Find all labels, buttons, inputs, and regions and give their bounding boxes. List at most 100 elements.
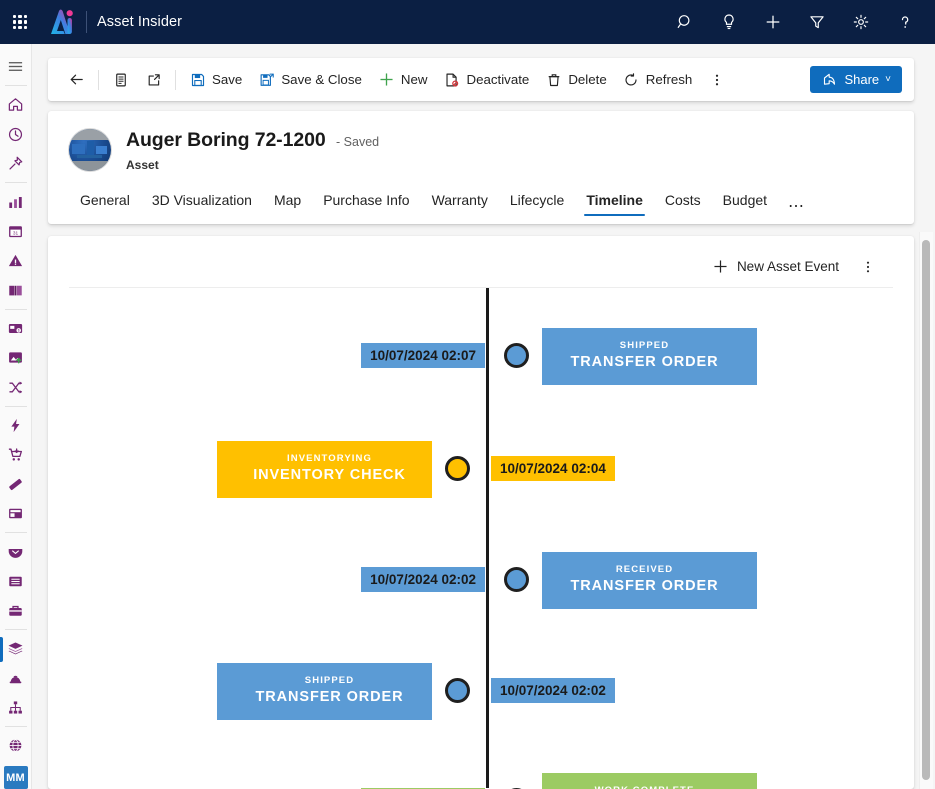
sidebar-item-assets[interactable] (0, 634, 31, 663)
tab-overflow-button[interactable]: ⋯ (778, 196, 814, 216)
rail-divider (4, 405, 27, 407)
sidebar-item-payments[interactable]: $ (0, 314, 31, 343)
sidebar-item-global[interactable] (0, 731, 31, 760)
tab-3d-visualization[interactable]: 3D Visualization (141, 183, 263, 216)
sidebar-item-guides[interactable] (0, 275, 31, 304)
rail-divider (4, 182, 27, 184)
timeline-event-marker[interactable] (504, 567, 529, 592)
rail-divider (4, 726, 27, 728)
new-label: New (400, 72, 428, 87)
new-button[interactable]: New (370, 65, 436, 95)
sidebar-item-dashboards[interactable] (0, 187, 31, 216)
sidebar-item-hierarchy[interactable] (0, 693, 31, 722)
deactivate-button[interactable]: Deactivate (435, 65, 537, 95)
tab-budget[interactable]: Budget (712, 183, 778, 216)
delete-label: Delete (568, 72, 607, 87)
sidebar-item-tags[interactable] (0, 469, 31, 498)
sidebar-item-purchase[interactable] (0, 440, 31, 469)
tab-lifecycle[interactable]: Lifecycle (499, 183, 575, 216)
chevron-down-icon: ˅ (885, 74, 891, 85)
timeline-event-date: 10/07/2024 02:02 (361, 567, 485, 592)
user-avatar[interactable]: MM (3, 766, 28, 789)
command-overflow-button[interactable] (700, 65, 733, 95)
sidebar-item-store[interactable] (0, 499, 31, 528)
tab-map[interactable]: Map (263, 183, 312, 216)
timeline-control: New Asset Event 10/07/2024 02:07 SHIPPED T… (59, 246, 903, 789)
save-and-close-label: Save & Close (281, 72, 362, 87)
filter-button[interactable] (795, 0, 839, 44)
command-divider (98, 69, 99, 90)
sidebar-item-toolbox[interactable] (0, 596, 31, 625)
image-upload-icon (9, 352, 22, 364)
tab-timeline[interactable]: Timeline (575, 183, 654, 216)
timeline-event-kind: SHIPPED (304, 675, 355, 686)
timeline-event-card[interactable]: INVENTORYING INVENTORY CHECK (217, 441, 432, 498)
sidebar-item-power[interactable] (0, 411, 31, 440)
quick-create-button[interactable] (751, 0, 795, 44)
share-button[interactable]: Share ˅ (810, 66, 902, 93)
plus-icon (712, 258, 729, 275)
form-selector-button[interactable] (104, 65, 137, 95)
hamburger-icon (8, 62, 23, 72)
sidebar-item-recent[interactable] (0, 120, 31, 149)
timeline-overflow-button[interactable] (857, 254, 879, 280)
refresh-button[interactable]: Refresh (615, 65, 701, 95)
timeline-event-card[interactable]: SHIPPED TRANSFER ORDER (542, 328, 757, 385)
tab-general[interactable]: General (69, 183, 141, 216)
app-launcher-button[interactable] (0, 0, 40, 44)
refresh-icon (623, 71, 640, 88)
delete-button[interactable]: Delete (537, 65, 614, 95)
book-open-icon (9, 285, 22, 296)
plus-icon (766, 15, 780, 29)
shop-icon (9, 508, 22, 519)
app-logo[interactable] (40, 0, 84, 44)
timeline-event-record-type: TRANSFER ORDER (570, 354, 719, 370)
open-in-new-window-button[interactable] (137, 65, 170, 95)
pin-icon (9, 156, 23, 170)
settings-button[interactable] (839, 0, 883, 44)
tab-purchase-info[interactable]: Purchase Info (312, 183, 420, 216)
save-label: Save (212, 72, 243, 87)
globe-icon (9, 739, 22, 753)
entity-name: Asset (126, 158, 159, 172)
sidebar-item-vendors[interactable] (0, 537, 31, 566)
handshake-icon (8, 549, 23, 559)
sidebar-item-transfers[interactable] (0, 372, 31, 401)
svg-text:31: 31 (13, 230, 19, 236)
cart-download-icon (8, 448, 23, 461)
sitemap-toggle-button[interactable] (0, 52, 31, 81)
rail-divider (4, 629, 27, 631)
tab-costs[interactable]: Costs (654, 183, 712, 216)
save-button[interactable]: Save (181, 65, 250, 95)
popout-icon (145, 71, 162, 88)
gear-icon (853, 14, 869, 30)
search-button[interactable] (663, 0, 707, 44)
sitemap-icon (9, 701, 22, 714)
timeline-event-marker[interactable] (445, 456, 470, 481)
asset-image (69, 129, 111, 171)
sidebar-item-media[interactable] (0, 343, 31, 372)
form-tab-list: General 3D Visualization Map Purchase In… (48, 183, 914, 216)
back-button[interactable] (60, 65, 93, 95)
help-button[interactable] (883, 0, 927, 44)
alert-triangle-icon (8, 255, 23, 267)
insights-button[interactable] (707, 0, 751, 44)
timeline-event-card[interactable]: WORK COMPLETEWORK ORDER (542, 773, 757, 789)
timeline-event-card[interactable]: RECEIVED TRANSFER ORDER (542, 552, 757, 609)
timeline-event-marker[interactable] (445, 678, 470, 703)
sidebar-item-home[interactable] (0, 90, 31, 119)
sidebar-item-calendar[interactable]: 31 (0, 217, 31, 246)
new-asset-event-label: New Asset Event (736, 259, 839, 274)
plus-icon (378, 71, 395, 88)
new-asset-event-button[interactable]: New Asset Event (704, 254, 847, 279)
timeline-event-record-type: TRANSFER ORDER (255, 689, 404, 705)
sidebar-item-pinned[interactable] (0, 149, 31, 178)
sidebar-item-lists[interactable] (0, 567, 31, 596)
sidebar-item-safety[interactable] (0, 664, 31, 693)
save-and-close-button[interactable]: Save & Close (250, 65, 370, 95)
page-scrollbar-thumb[interactable] (922, 240, 930, 780)
timeline-event-card[interactable]: SHIPPED TRANSFER ORDER (217, 663, 432, 720)
tab-warranty[interactable]: Warranty (421, 183, 499, 216)
timeline-event-marker[interactable] (504, 343, 529, 368)
sidebar-item-alerts[interactable] (0, 246, 31, 275)
